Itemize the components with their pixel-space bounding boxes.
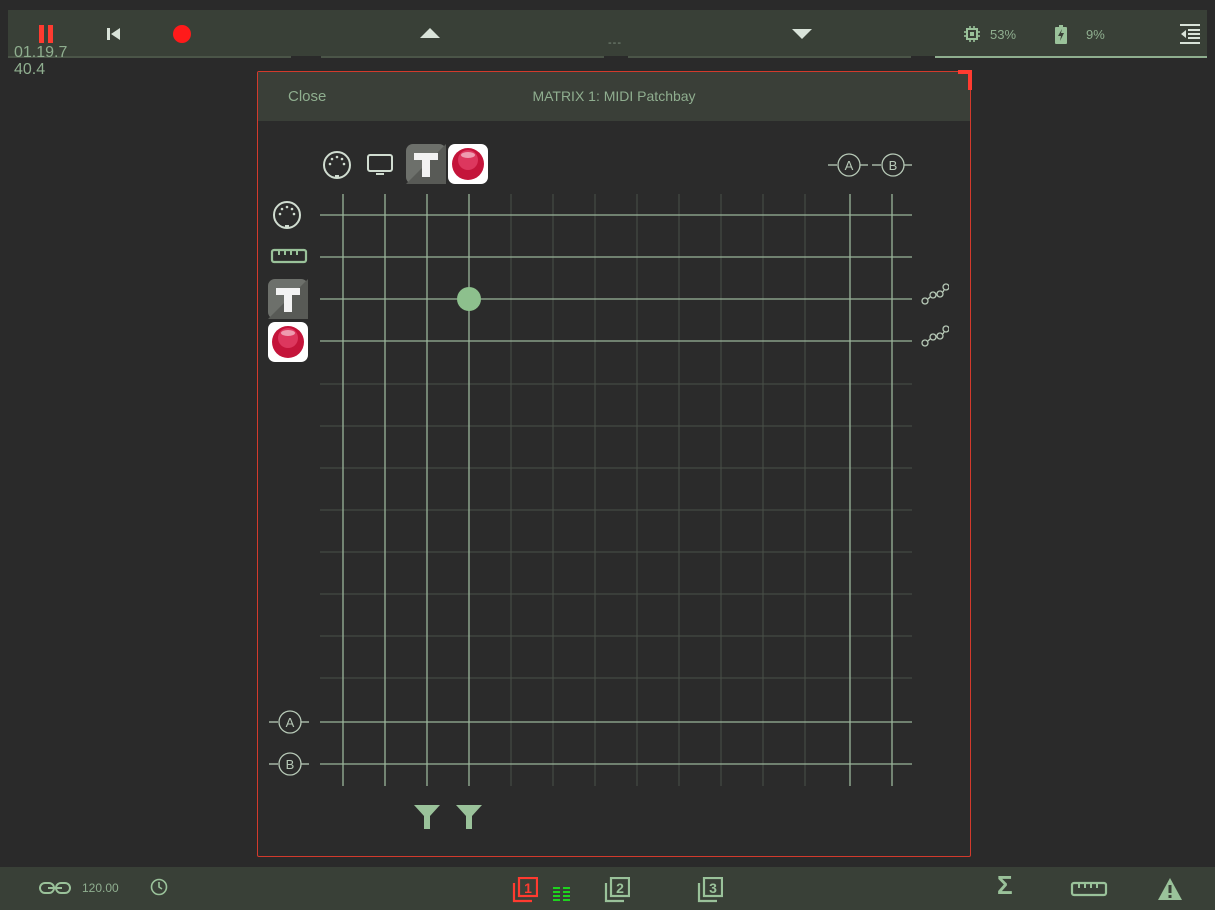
row-ruler-icon[interactable] bbox=[270, 246, 308, 271]
title-dashes: --- bbox=[608, 37, 622, 49]
warning-icon[interactable] bbox=[1157, 877, 1183, 906]
matrix-panel: Close MATRIX 1: MIDI Patchbay A B A B bbox=[257, 70, 972, 857]
page-2-button[interactable]: 2 bbox=[604, 876, 631, 908]
aux-column-b-icon[interactable]: B bbox=[871, 151, 913, 184]
column-midi-din-icon[interactable] bbox=[322, 150, 352, 185]
position-readout: 01.19.7 40.4 bbox=[14, 44, 67, 78]
connection-node bbox=[457, 287, 481, 311]
mixer-levels-icon[interactable] bbox=[553, 885, 571, 908]
page-number: 1 bbox=[524, 880, 532, 896]
row-midi-din-icon[interactable] bbox=[272, 200, 302, 235]
clock-icon[interactable] bbox=[150, 878, 168, 901]
page-3-button[interactable]: 3 bbox=[697, 876, 724, 908]
page-number: 2 bbox=[616, 880, 624, 896]
value-text: 40.4 bbox=[14, 61, 46, 78]
position-text: 01.19.7 bbox=[14, 44, 68, 61]
column-monitor-icon[interactable] bbox=[365, 152, 395, 183]
row-route-icon[interactable] bbox=[921, 324, 950, 353]
aux-row-b-icon[interactable]: B bbox=[268, 750, 310, 783]
bar-underline-active bbox=[935, 56, 1207, 58]
row-red-orb-app-icon[interactable] bbox=[268, 322, 308, 367]
link-sync-icon[interactable] bbox=[38, 881, 72, 900]
aux-row-a-icon[interactable]: A bbox=[268, 708, 310, 741]
column-text-app-icon[interactable] bbox=[406, 144, 446, 189]
ruler-icon[interactable] bbox=[1070, 879, 1108, 904]
sum-sigma-icon[interactable]: Σ bbox=[997, 870, 1013, 901]
transport-bar: --- 53% 9% bbox=[8, 10, 1207, 58]
aux-label: B bbox=[889, 158, 898, 173]
aux-label: A bbox=[286, 715, 295, 730]
bar-underline bbox=[321, 56, 604, 58]
tempo-bpm[interactable]: 120.00 bbox=[82, 881, 119, 895]
battery-level-text: 9% bbox=[1086, 27, 1105, 42]
page-number: 3 bbox=[709, 880, 717, 896]
column-filter-icon[interactable] bbox=[413, 803, 441, 836]
battery-charging-icon bbox=[1055, 25, 1067, 44]
page-1-button[interactable]: 1 bbox=[512, 876, 539, 908]
scroll-up-arrow-icon[interactable] bbox=[420, 28, 440, 38]
aux-label: A bbox=[845, 158, 854, 173]
pause-icon[interactable] bbox=[38, 25, 54, 43]
aux-column-a-icon[interactable]: A bbox=[827, 151, 869, 184]
side-menu-icon[interactable] bbox=[1178, 22, 1202, 46]
cpu-usage-text: 53% bbox=[990, 27, 1017, 42]
patch-grid[interactable] bbox=[258, 72, 970, 856]
record-icon[interactable] bbox=[173, 25, 191, 43]
row-text-app-icon[interactable] bbox=[268, 279, 308, 324]
row-route-icon[interactable] bbox=[921, 282, 950, 311]
bar-underline bbox=[628, 56, 911, 58]
cpu-icon bbox=[963, 25, 981, 43]
column-filter-icon[interactable] bbox=[455, 803, 483, 836]
scroll-down-arrow-icon[interactable] bbox=[792, 29, 812, 39]
aux-label: B bbox=[286, 757, 295, 772]
column-red-orb-app-icon[interactable] bbox=[448, 144, 488, 189]
bottom-bar: 120.00 1 2 3 Σ bbox=[0, 867, 1215, 910]
rewind-to-start-icon[interactable] bbox=[106, 26, 122, 42]
